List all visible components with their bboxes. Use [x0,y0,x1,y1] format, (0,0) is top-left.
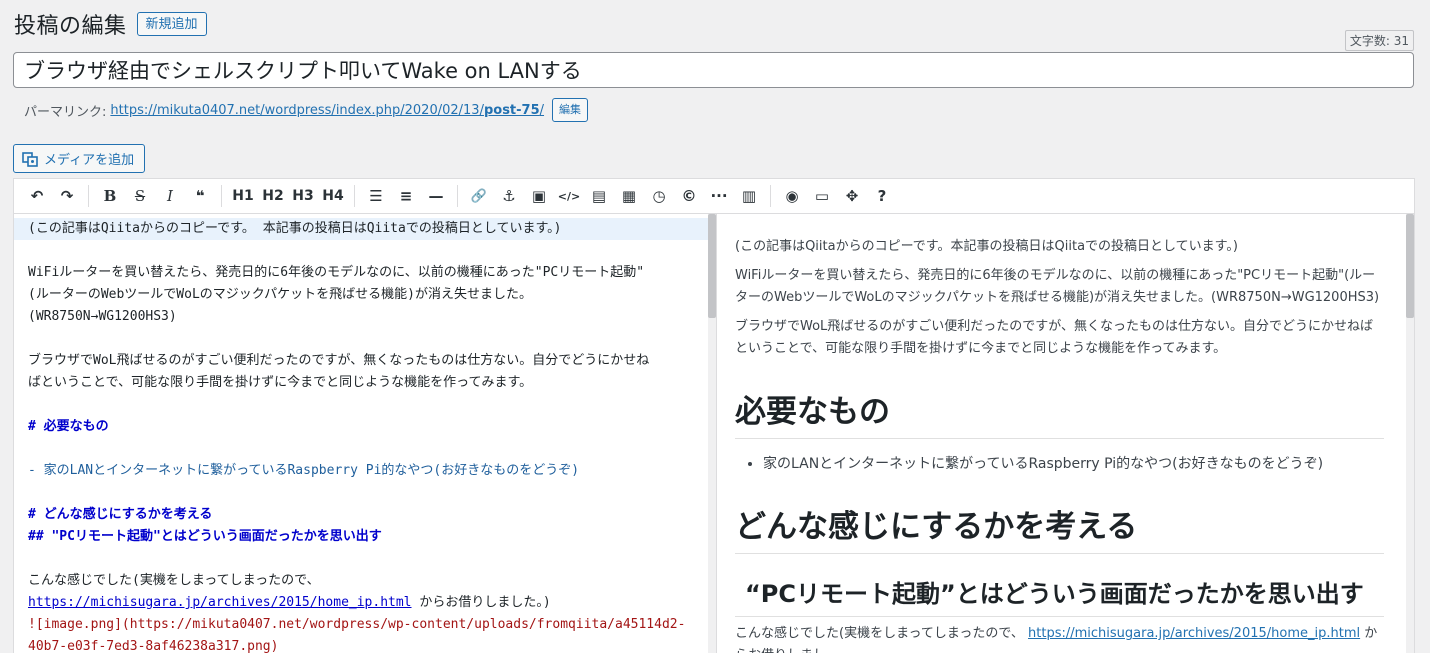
horizontal-rule-icon[interactable]: — [421,181,451,211]
permalink-edit-button[interactable]: 編集 [552,98,589,122]
help-icon[interactable]: ? [867,181,897,211]
preview-list-item: 家のLANとインターネットに繋がっているRaspberry Pi的なやつ(お好き… [763,453,1384,475]
page-title: 投稿の編集 [14,14,127,39]
editor-line-heading: # 必要なもの [28,419,109,434]
italic-icon[interactable]: I [155,181,185,211]
editor-link-tail: からお借りしました。) [411,595,551,610]
preview-scroll-thumb[interactable] [1406,214,1414,318]
redo-icon[interactable]: ↷ [52,181,82,211]
copyright-icon[interactable]: © [674,181,704,211]
preview-link[interactable]: https://michisugara.jp/archives/2015/hom… [1028,626,1360,641]
preview-list: 家のLANとインターネットに繋がっているRaspberry Pi的なやつ(お好き… [735,453,1384,475]
preview-paragraph: (この記事はQiitaからのコピーです。本記事の投稿日はQiitaでの投稿日とし… [735,239,1238,254]
preview-scrollbar[interactable] [1406,214,1414,653]
editor-line: (この記事はQiitaからのコピーです。 本記事の投稿日はQiitaでの投稿日と… [14,218,710,240]
media-icon [22,151,38,167]
unordered-list-icon[interactable]: ☰ [361,181,391,211]
heading4-button[interactable]: H4 [318,181,348,211]
editor-line: ブラウザでWoL飛ばせるのがすごい便利だったのですが、無くなったものは仕方ない。… [28,353,650,368]
editor-line-image: 40b7-e03f-7ed3-8af46238a317.png) [28,639,279,653]
preview-paragraph: こんな感じでした(実機をしまってしまったので、 https://michisug… [735,623,1384,653]
code-icon[interactable]: </> [554,181,584,211]
more-icon[interactable]: ··· [704,181,734,211]
preview-paragraph: ブラウザでWoL飛ばせるのがすごい便利だったのですが、無くなったものは仕方ない。… [735,319,1374,356]
editor-line: こんな感じでした(実機をしまってしまったので、 [28,573,320,588]
editor-line: https://michisugara.jp/archives/2015/hom… [28,592,704,614]
editor-link: https://michisugara.jp/archives/2015/hom… [28,595,412,610]
heading3-button[interactable]: H3 [288,181,318,211]
editor-line-list: - 家のLANとインターネットに繋がっているRaspberry Pi的なやつ(お… [28,463,580,478]
desktop-preview-icon[interactable]: ▭ [807,181,837,211]
permalink-link[interactable]: https://mikuta0407.net/wordpress/index.p… [110,103,544,118]
add-new-button[interactable]: 新規追加 [136,12,207,36]
editor-line: (WR8750N→WG1200HS3) [28,309,177,324]
toolbar-divider [88,185,89,207]
editor-line-heading: ## "PCリモート起動"とはどういう画面だったかを思い出す [28,529,382,544]
permalink-slug: post-75 [483,102,540,118]
clock-icon[interactable]: ◷ [644,181,674,211]
anchor-icon[interactable]: ⚓ [494,181,524,211]
editor-line: WiFiルーターを買い替えたら、発売日的に6年後のモデルなのに、以前の機種にあっ… [28,265,645,280]
editor-line-heading: # どんな感じにするかを考える [28,507,213,522]
quote-icon[interactable]: ❝ [185,181,215,211]
toolbar-divider [457,185,458,207]
editor-line: ばということで、可能な限り手間を掛けずに今までと同じような機能を作ってみます。 [28,375,533,390]
preview-paragraph: WiFiルーターを買い替えたら、発売日的に6年後のモデルなのに、以前の機種にあっ… [735,268,1380,305]
permalink-label: パーマリンク: [24,104,107,120]
editor-toolbar: ↶ ↷ B S I ❝ H1 H2 H3 H4 ☰ ≡ — 🔗 ⚓ ▣ </> … [13,178,1415,214]
toolbar-divider [770,185,771,207]
editor-line: (ルーターのWebツールでWoLのマジックパケットを飛ばせる機能)が消え失せまし… [28,287,532,302]
word-count-badge: 文字数: 31 [1344,30,1414,51]
permalink-row: パーマリンク: https://mikuta0407.net/wordpress… [24,98,589,122]
card-icon[interactable]: ▥ [734,181,764,211]
fullscreen-icon[interactable]: ✥ [837,181,867,211]
preview-heading-1: 必要なもの [735,390,1384,439]
image-icon[interactable]: ▣ [524,181,554,211]
markdown-editor[interactable]: (この記事はQiitaからのコピーです。 本記事の投稿日はQiitaでの投稿日と… [13,214,716,653]
editor-lines[interactable]: (この記事はQiitaからのコピーです。 本記事の投稿日はQiitaでの投稿日と… [14,214,710,653]
bold-icon[interactable]: B [95,181,125,211]
preview-heading-1: どんな感じにするかを考える [735,505,1384,554]
add-media-button[interactable]: メディアを追加 [13,144,146,173]
add-media-label: メディアを追加 [44,152,135,167]
page-header: 投稿の編集 新規追加 [14,8,207,40]
table-icon[interactable]: ▦ [614,181,644,211]
toolbar-divider [221,185,222,207]
file-icon[interactable]: ▤ [584,181,614,211]
strikethrough-icon[interactable]: S [125,181,155,211]
toolbar-divider [354,185,355,207]
heading1-button[interactable]: H1 [228,181,258,211]
preview-text: こんな感じでした(実機をしまってしまったので、 [735,626,1024,641]
link-icon[interactable]: 🔗 [464,181,494,211]
preview-heading-2: “PCリモート起動”とはどういう画面だったかを思い出す [735,576,1384,617]
undo-icon[interactable]: ↶ [22,181,52,211]
ordered-list-icon[interactable]: ≡ [391,181,421,211]
editor-scrollbar[interactable] [708,214,716,653]
permalink-suffix: / [539,102,545,118]
heading2-button[interactable]: H2 [258,181,288,211]
editor-line-image: ![image.png](https://mikuta0407.net/word… [28,617,686,632]
editor-scroll-thumb[interactable] [708,214,716,318]
permalink-prefix: https://mikuta0407.net/wordpress/index.p… [110,102,484,118]
markdown-preview: (この記事はQiitaからのコピーです。本記事の投稿日はQiitaでの投稿日とし… [716,214,1415,653]
preview-toggle-icon[interactable]: ◉ [777,181,807,211]
post-title-input[interactable] [13,52,1414,88]
